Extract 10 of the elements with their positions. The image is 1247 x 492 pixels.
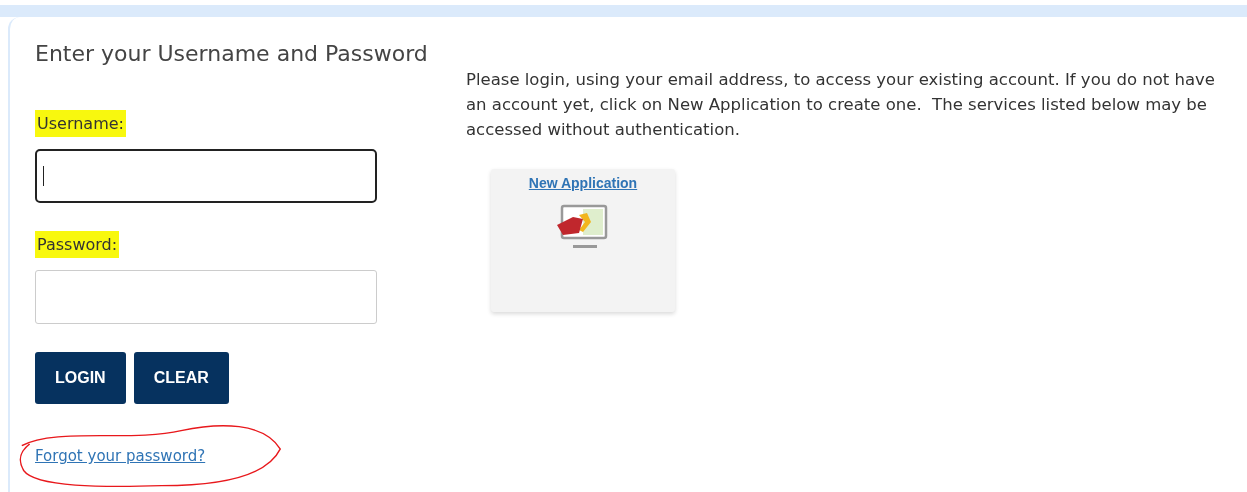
form-button[interactable]: LOGIN bbox=[35, 352, 126, 404]
login-heading: Enter your Username and Password bbox=[35, 41, 429, 66]
forgot-password-link[interactable]: Forgot your password? bbox=[35, 447, 206, 465]
field-label: Password: bbox=[35, 231, 120, 258]
service-link[interactable]: New Application bbox=[528, 175, 638, 191]
service-tile[interactable]: New Application bbox=[491, 169, 675, 312]
form-button[interactable]: CLEAR bbox=[133, 352, 229, 404]
input-field[interactable] bbox=[35, 149, 377, 203]
field-label: Username: bbox=[35, 110, 126, 137]
info-text: Please login, using your email address, to access your existing account. If you do not have an account yet, click on New Application to create one. The services listed below may be accessed without authentication. bbox=[466, 69, 1216, 141]
